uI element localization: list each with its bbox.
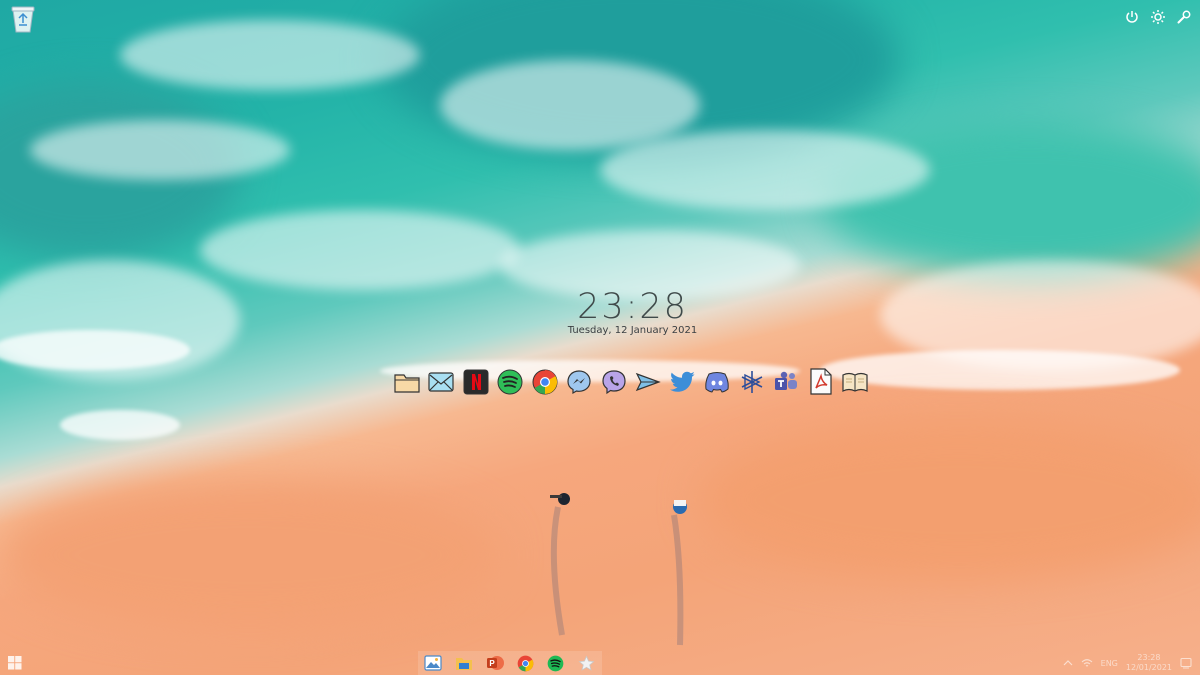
windows-start-icon[interactable] [8,656,22,670]
spotify-icon [548,655,564,671]
dock-spotify[interactable] [497,368,524,395]
dock-chrome[interactable] [531,368,558,395]
taskbar-powerpoint[interactable]: P [486,654,504,672]
dock-messenger[interactable] [566,368,593,395]
svg-text:P: P [489,659,495,668]
dock-twitter[interactable] [669,368,696,395]
send-icon [635,372,661,391]
pdf-icon [809,368,832,395]
folder-icon [393,373,420,393]
spotify-icon [497,369,523,394]
discord-icon [705,371,729,393]
chrome-icon [517,655,534,671]
clock-widget: 23:28 Tuesday, 12 January 2021 [0,287,1200,336]
taskbar-chrome[interactable] [516,654,534,672]
photos-icon [424,655,442,671]
desktop: 23:28 Tuesday, 12 January 2021 P ENG 23:… [0,0,1200,675]
dock-visual-studio[interactable] [738,368,765,395]
settings-icon[interactable] [1150,9,1166,25]
dock-book-reader[interactable] [842,368,869,395]
dock-file-explorer[interactable] [393,368,420,395]
tray-time: 23:28 [1137,653,1161,662]
top-tools [1124,9,1192,25]
vs-icon [741,370,762,393]
dock-adobe-acrobat[interactable] [807,368,834,395]
system-tray: ENG 23:28 12/01/2021 [1063,651,1192,675]
dock-netflix[interactable] [462,368,489,395]
dock-teams[interactable] [773,368,800,395]
notification-icon[interactable] [1180,657,1192,669]
tray-clock[interactable]: 23:28 12/01/2021 [1126,653,1172,673]
power-icon[interactable] [1124,9,1140,25]
messenger-icon [567,369,591,394]
wrench-icon[interactable] [1176,9,1192,25]
star-icon [578,654,595,671]
chrome-icon [532,369,557,394]
dock-send[interactable] [635,368,662,395]
taskbar-photos[interactable] [424,654,442,672]
taskbar-star[interactable] [578,654,596,672]
dock-mail[interactable] [428,368,455,395]
netflix-icon [463,369,488,394]
powerpoint-icon: P [486,656,504,670]
clock-date: Tuesday, 12 January 2021 [567,325,698,336]
dock-viber[interactable] [600,368,627,395]
dock-discord[interactable] [704,368,731,395]
taskbar-apps: P [418,651,602,675]
language-indicator[interactable]: ENG [1101,659,1118,668]
viber-icon [601,369,626,394]
taskbar-spotify[interactable] [547,654,565,672]
clock-time: 23:28 [577,287,688,327]
teams-icon [775,371,797,390]
chevron-up-icon[interactable] [1063,659,1073,667]
network-icon[interactable] [1081,658,1093,668]
recycle-bin-icon[interactable] [10,5,36,33]
file-explorer-icon [455,658,472,670]
mail-icon [428,371,454,392]
book-icon [842,372,868,392]
twitter-icon [669,371,695,392]
tray-date: 12/01/2021 [1125,663,1172,672]
person-left [550,493,570,636]
app-dock [393,368,869,395]
person-right [671,500,687,646]
taskbar-file-explorer[interactable] [455,654,473,672]
